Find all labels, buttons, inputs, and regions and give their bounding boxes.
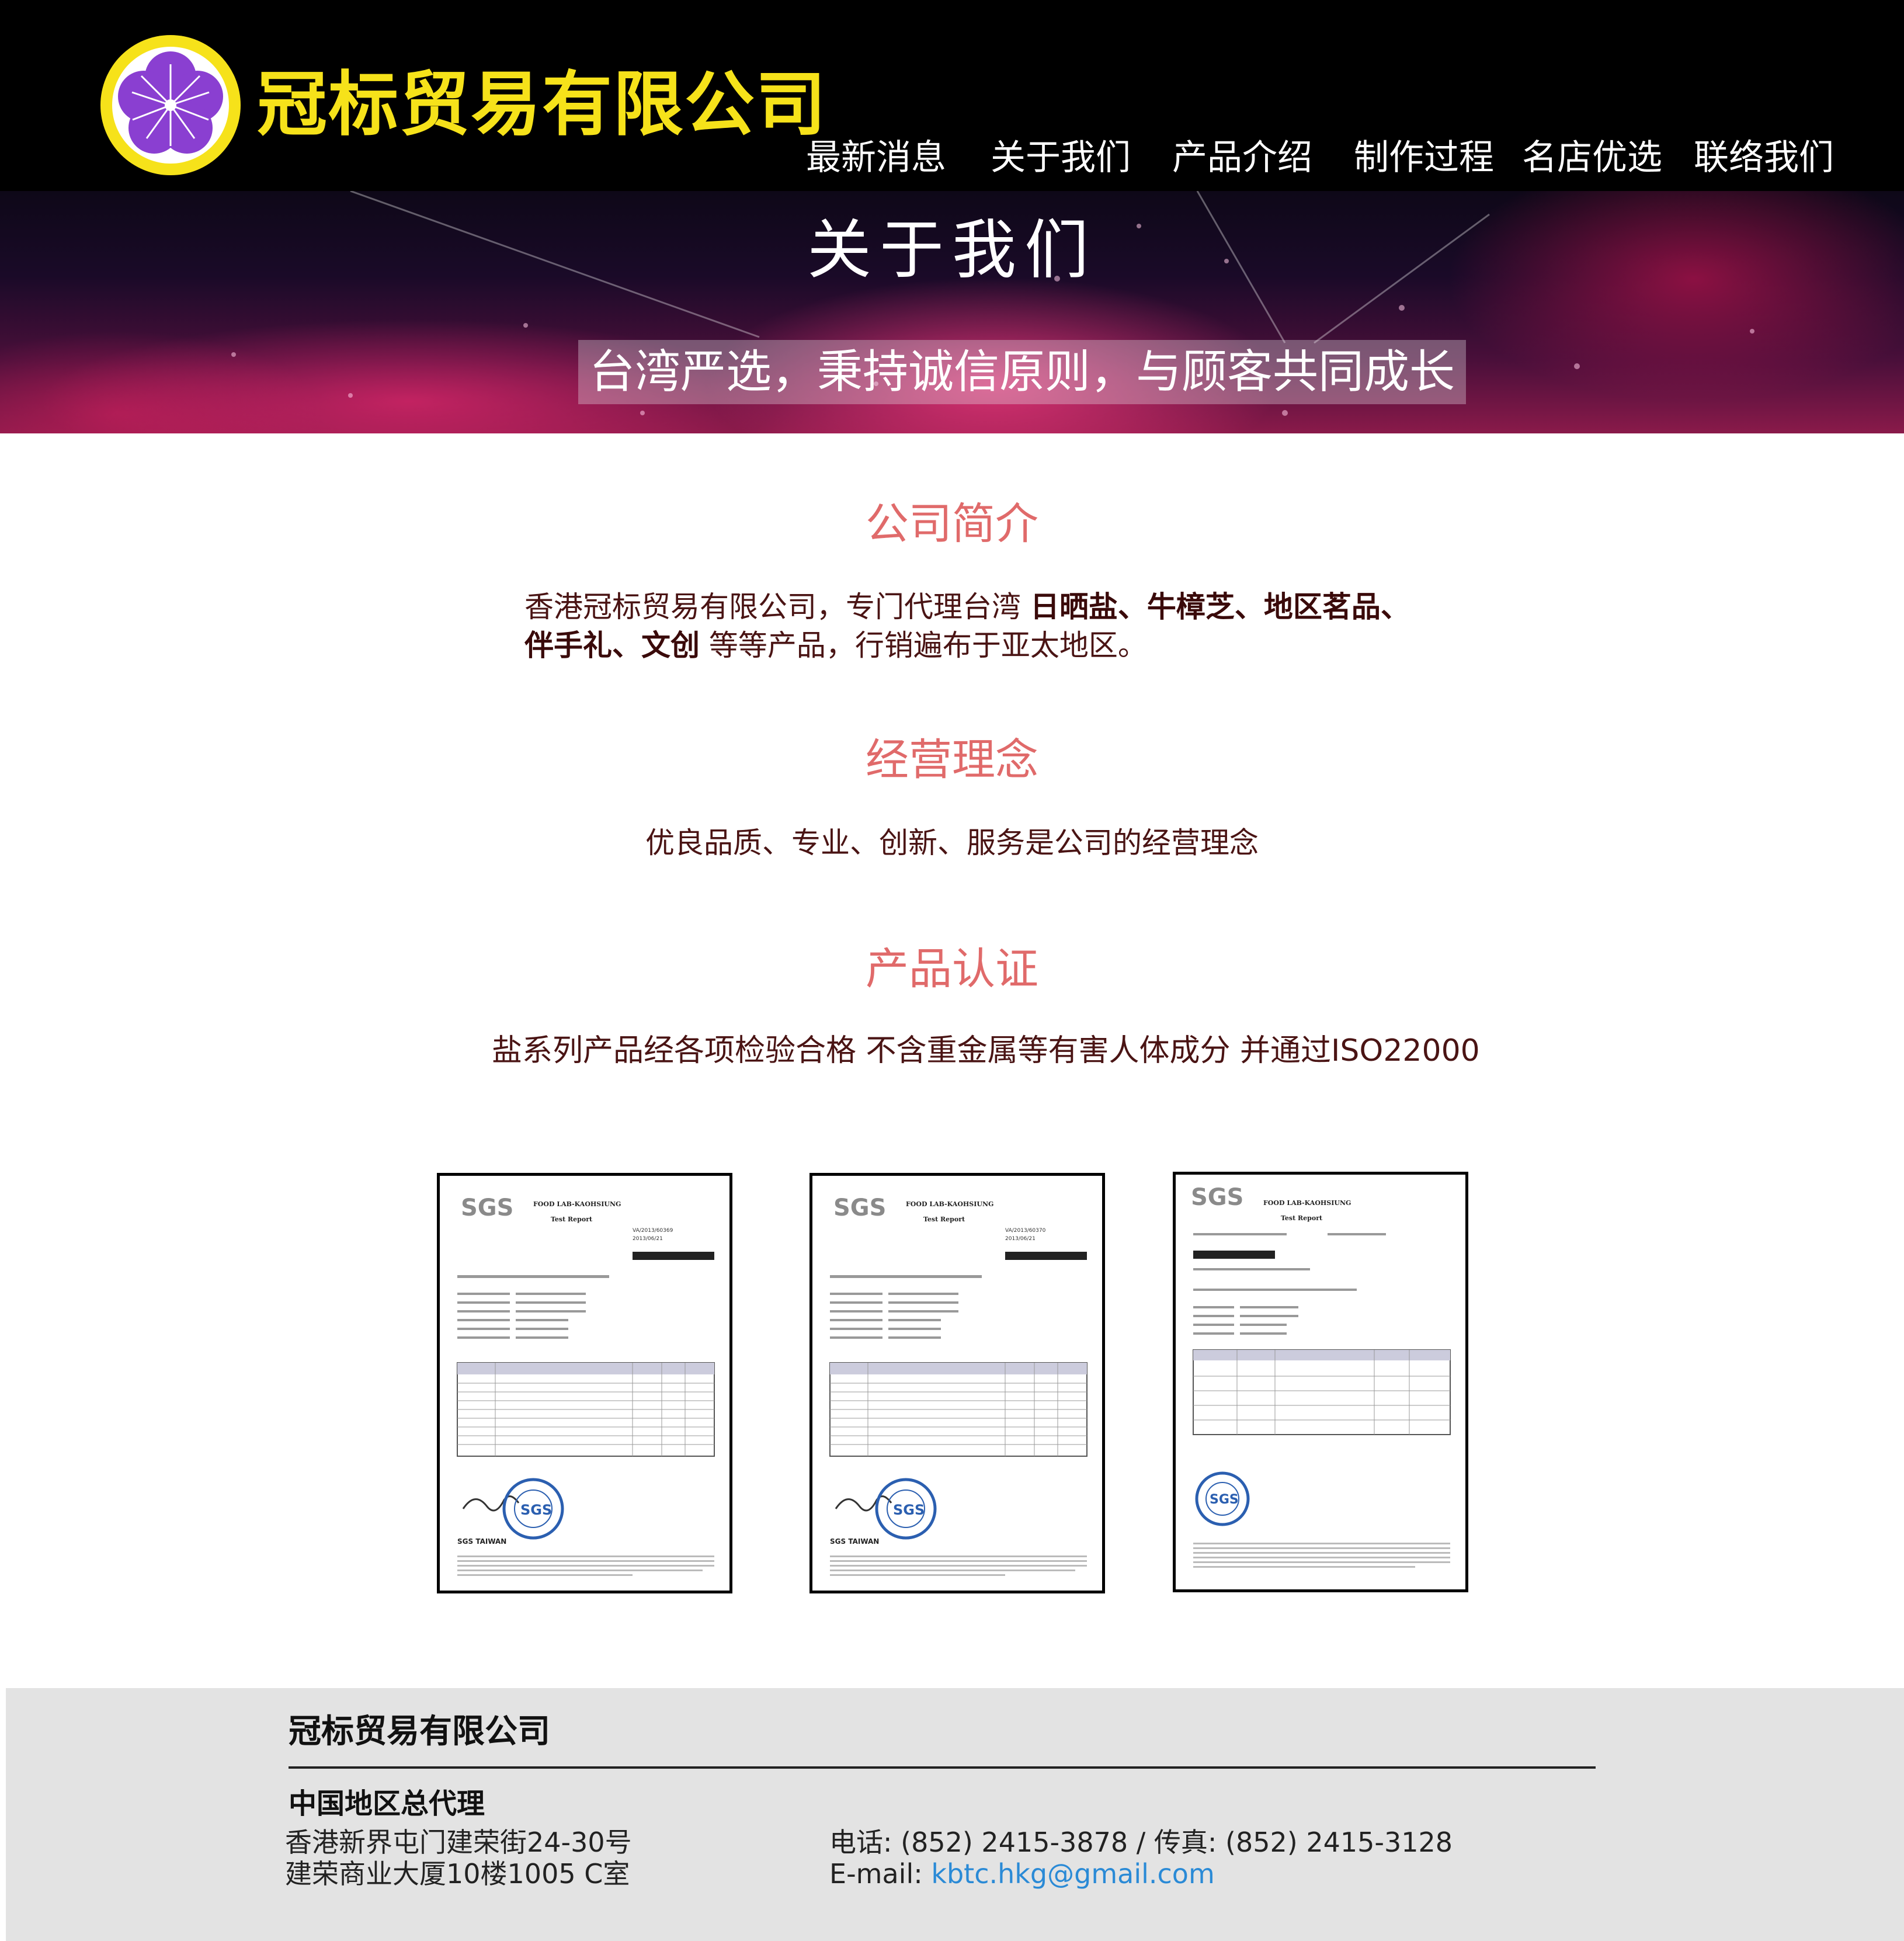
footer-email-link[interactable]: kbtc.hkg@gmail.com (931, 1858, 1214, 1890)
footer-agent-title: 中国地区总代理 (289, 1787, 485, 1820)
certification-text: 盐系列产品经各项检验合格 不含重金属等有害人体成分 并通过ISO22000 (492, 1033, 1480, 1068)
intro-line-1-bold: 日晒盐、牛樟芝、地区茗品、 (1030, 590, 1410, 624)
cert-stamp: SGS TAIWAN (830, 1537, 879, 1546)
cert-subheading: Test Report (923, 1216, 965, 1223)
footer-divider (289, 1766, 1596, 1769)
footer-phone-fax: 电话: (852) 2415-3878 / 传真: (852) 2415-312… (829, 1827, 1453, 1858)
site-header: 冠标贸易有限公司 最新消息 关于我们 产品介绍 制作过程 名店优选 联络我们 (0, 0, 1904, 191)
certification-title: 产品认证 (866, 944, 1038, 994)
logo-inner (112, 47, 229, 164)
nav-contact-us[interactable]: 联络我们 (1694, 134, 1834, 181)
certificate-1-document: SGS FOOD LAB-KAOHSIUNG Test Report VA/20… (457, 1195, 715, 1576)
certificate-2[interactable]: SGS FOOD LAB-KAOHSIUNG Test Report VA/20… (809, 1173, 1105, 1593)
cert-date: 2013/06/21 (633, 1236, 663, 1242)
certificate-3[interactable]: SGS FOOD LAB-KAOHSIUNG Test Report SGS (1173, 1172, 1468, 1592)
cert-heading: FOOD LAB-KAOHSIUNG (533, 1200, 621, 1208)
nav-latest-news[interactable]: 最新消息 (806, 134, 946, 181)
footer-address-line-2: 建荣商业大厦10楼1005 C室 (285, 1858, 630, 1890)
certificate-1[interactable]: SGS FOOD LAB-KAOHSIUNG Test Report VA/20… (437, 1173, 732, 1593)
cert-heading: FOOD LAB-KAOHSIUNG (1263, 1199, 1351, 1207)
intro-title: 公司简介 (866, 499, 1038, 549)
footer-email-label: E-mail: (829, 1858, 932, 1890)
intro-line-1-text: 香港冠标贸易有限公司，专门代理台湾 (524, 590, 1030, 624)
company-name[interactable]: 冠标贸易有限公司 (257, 64, 827, 146)
intro-line-2: 伴手礼、文创 等等产品，行销遍布于亚太地区。 (524, 626, 1147, 665)
cert-report-no: VA/2013/60369 (633, 1228, 673, 1234)
certificate-2-document: SGS FOOD LAB-KAOHSIUNG Test Report VA/20… (829, 1195, 1087, 1576)
nav-featured-shops[interactable]: 名店优选 (1522, 134, 1662, 181)
intro-line-2-bold: 伴手礼、文创 (524, 629, 700, 662)
purple-flower-icon (115, 50, 226, 161)
nav-process[interactable]: 制作过程 (1354, 134, 1494, 181)
certificate-3-document: SGS FOOD LAB-KAOHSIUNG Test Report SGS (1191, 1184, 1451, 1568)
cert-subheading: Test Report (551, 1216, 593, 1223)
hero-banner: 关于我们 台湾严选，秉持诚信原则，与顾客共同成长 (0, 191, 1904, 433)
banner-subtitle: 台湾严选，秉持诚信原则，与顾客共同成长 (589, 346, 1455, 398)
footer-address-line-1: 香港新界屯门建荣街24-30号 (285, 1827, 632, 1858)
footer-company-name: 冠标贸易有限公司 (289, 1713, 550, 1751)
sgs-logo: SGS (461, 1195, 513, 1221)
svg-text:SGS: SGS (893, 1502, 925, 1518)
cert-report-no: VA/2013/60370 (1005, 1228, 1046, 1234)
svg-text:SGS: SGS (520, 1502, 552, 1518)
company-logo[interactable] (100, 35, 241, 175)
sgs-logo: SGS (833, 1195, 886, 1221)
banner-subtitle-box: 台湾严选，秉持诚信原则，与顾客共同成长 (578, 340, 1466, 404)
footer-email-row: E-mail: kbtc.hkg@gmail.com (829, 1857, 1215, 1891)
nav-about-us[interactable]: 关于我们 (991, 134, 1131, 181)
sgs-logo: SGS (1191, 1184, 1243, 1211)
philosophy-title: 经营理念 (866, 735, 1038, 785)
site-footer: 冠标贸易有限公司 中国地区总代理 香港新界屯门建荣街24-30号 建荣商业大厦1… (6, 1688, 1904, 1941)
intro-line-2-text: 等等产品，行销遍布于亚太地区。 (700, 629, 1147, 662)
philosophy-text: 优良品质、专业、创新、服务是公司的经营理念 (645, 826, 1259, 860)
banner-title: 关于我们 (807, 213, 1097, 287)
cert-stamp: SGS TAIWAN (457, 1537, 506, 1546)
intro-line-1: 香港冠标贸易有限公司，专门代理台湾 日晒盐、牛樟芝、地区茗品、 (524, 588, 1410, 626)
cert-heading: FOOD LAB-KAOHSIUNG (906, 1200, 993, 1208)
cert-subheading: Test Report (1281, 1214, 1323, 1222)
cert-stamp: SGS (1210, 1492, 1239, 1507)
nav-products[interactable]: 产品介绍 (1172, 134, 1312, 181)
cert-date: 2013/06/21 (1005, 1236, 1036, 1242)
